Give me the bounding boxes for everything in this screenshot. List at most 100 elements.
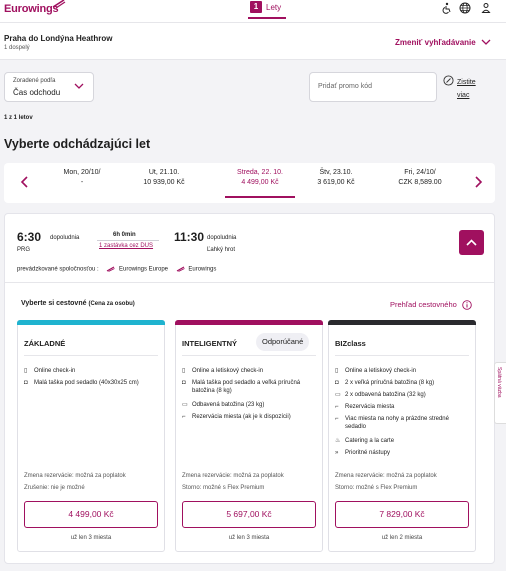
- mobile-icon: ▯: [24, 368, 28, 374]
- date-day: Štv, 23.10.: [319, 169, 353, 176]
- cancel-note: Zrušenie: nie je možné: [24, 485, 85, 491]
- sort-label: Zoradené podľa: [13, 78, 56, 84]
- change-note: Zmena rezervácie: možná za poplatok: [335, 473, 437, 479]
- feature-text: Rezervácia miesta (ak je k dispozícii): [192, 414, 291, 420]
- date-price: 4 499,00 Kč: [241, 179, 279, 186]
- fare-separator: [24, 355, 158, 356]
- seats-left: už len 2 miesta: [381, 535, 423, 541]
- fare-separator: [335, 355, 469, 356]
- fare-feature: ◘ 2 x veľká príručná batožina (8 kg): [335, 379, 471, 387]
- fare-name: BIZclass: [335, 339, 366, 348]
- feature-text: Rezervácia miesta: [345, 404, 395, 410]
- seats-left: už len 3 miesta: [228, 535, 270, 541]
- feature-text: Online check-in: [34, 368, 76, 374]
- date-price: CZK 8,589.00: [398, 179, 442, 186]
- departure-time: 6:30: [17, 230, 42, 244]
- fare-color-bar: [17, 320, 165, 325]
- date-price: 3 619,00 Kč: [317, 179, 355, 186]
- change-note: Zmena rezervácie: možná za poplatok: [24, 473, 126, 479]
- flight-card: 6:30 dopoludnia PRG 6h 0min 1 zastávka c…: [4, 213, 495, 564]
- logo-text: Eurowings: [4, 3, 59, 15]
- seat-icon: ⌐: [335, 416, 339, 422]
- fare-hint: Ľahký hrot: [207, 247, 236, 253]
- fare-feature: ▯ Online a letiskový check-in: [182, 367, 318, 375]
- feature-text: Prioritné nástupy: [345, 450, 391, 456]
- fare-feature: ⌐ Rezervácia miesta: [335, 403, 471, 411]
- date-day: Ut, 21.10.: [148, 169, 180, 176]
- learn-more-link[interactable]: Zistite viac: [457, 76, 483, 102]
- card-divider: [5, 282, 494, 283]
- fare-feature: ◘ Malá taška pod sedadlo a veľká príručná…: [182, 379, 318, 395]
- logo-wing-icon: [52, 0, 66, 9]
- expand-flight-button[interactable]: [459, 230, 484, 255]
- date-day: Fri, 24/10/: [404, 169, 436, 176]
- change-search-button[interactable]: Zmeniť vyhľadávanie: [395, 38, 491, 47]
- feedback-label: Spätná väzba: [496, 367, 502, 398]
- feature-text: Online a letiskový check-in: [345, 368, 417, 374]
- fare-card-basic[interactable]: ZÁKLADNÉ ▯ Online check-in ◘ Malá taška po…: [17, 320, 165, 552]
- date-day: Mon, 20/10/: [63, 169, 101, 176]
- suitcase-icon: ▭: [335, 392, 341, 398]
- cup-icon: ♨: [335, 438, 341, 444]
- fare-feature: ♨ Catering a la carte: [335, 437, 471, 445]
- flight-duration: 6h 0min: [113, 232, 136, 238]
- fare-name: INTELIGENTNÝ: [182, 339, 238, 348]
- info-icon: [443, 75, 454, 86]
- fare-color-bar: [175, 320, 323, 325]
- choose-fare-label: Vyberte si cestovné: [21, 300, 87, 307]
- mobile-icon: ▯: [335, 368, 339, 374]
- date-option-wed-selected[interactable]: Streda, 22. 10. 4 499,00 Kč: [224, 168, 296, 188]
- chevron-down-icon: [481, 39, 491, 46]
- step-number-badge: 1: [250, 1, 262, 13]
- date-selector: Mon, 20/10/ - Ut, 21.10. 10 939,00 Kč St…: [4, 163, 495, 203]
- fare-feature: » Prioritné nástupy: [335, 449, 471, 457]
- eurowings-wing-icon: [176, 266, 185, 272]
- seat-icon: ⌐: [182, 414, 186, 420]
- stops-link[interactable]: 1 zastávka cez DUS: [99, 243, 153, 249]
- feature-text: 2 x odbavená batožina (32 kg): [345, 392, 426, 398]
- promo-code-input[interactable]: Pridať promo kód: [309, 72, 437, 102]
- eurowings-logo[interactable]: Eurowings: [4, 3, 59, 15]
- date-option-tue[interactable]: Ut, 21.10. 10 939,00 Kč: [128, 168, 200, 188]
- fare-feature: ⌐ Viac miesta na nohy a prázdne stredné s…: [335, 415, 471, 431]
- feature-text: Viac miesta na nohy a prázdne stredné se…: [345, 416, 449, 430]
- change-note: Zmena rezervácie: možná za poplatok: [182, 473, 284, 479]
- feature-text: Odbavená batožina (23 kg): [192, 402, 265, 408]
- route-title: Praha do Londýna Heathrow: [4, 34, 113, 43]
- seats-left: už len 3 miesta: [70, 535, 112, 541]
- feedback-tab[interactable]: Spätná väzba: [494, 362, 506, 424]
- sort-dropdown[interactable]: Zoradené podľa Čas odchodu: [4, 72, 94, 102]
- selected-date-underline: [225, 196, 295, 198]
- select-fare-smart-button[interactable]: 5 697,00 Kč: [182, 501, 316, 528]
- date-price: -: [80, 179, 84, 186]
- globe-icon[interactable]: [459, 2, 471, 14]
- chevron-right-icon[interactable]: [471, 175, 485, 189]
- chevron-left-icon[interactable]: [18, 175, 32, 189]
- operator-name: Eurowings Europe: [118, 266, 169, 273]
- step-active-underline: [248, 17, 286, 19]
- step-label[interactable]: Lety: [266, 3, 281, 12]
- select-fare-bizclass-button[interactable]: 7 829,00 Kč: [335, 501, 469, 528]
- date-option-mon[interactable]: Mon, 20/10/ -: [46, 168, 118, 188]
- departure-period: dopoludnia: [50, 235, 80, 241]
- fare-overview-link[interactable]: Prehľad cestovného: [390, 300, 472, 310]
- feature-text: Online a letiskový check-in: [192, 368, 264, 374]
- fare-feature: ▯ Online a letiskový check-in: [335, 367, 471, 375]
- fare-separator: [182, 355, 316, 356]
- choose-fare-sublabel: (Cena za osobu): [88, 301, 135, 307]
- date-option-thu[interactable]: Štv, 23.10. 3 619,00 Kč: [300, 168, 372, 188]
- fare-feature: ◘ Malá taška pod sedadlo (40x30x25 cm): [24, 379, 160, 387]
- user-icon[interactable]: [480, 2, 492, 14]
- fare-card-smart[interactable]: INTELIGENTNÝ Odporúčané ▯ Online a letisk…: [175, 320, 323, 552]
- feature-text: Catering a la carte: [345, 438, 395, 444]
- fare-feature: ⌐ Rezervácia miesta (ak je k dispozícii): [182, 413, 318, 421]
- feature-text: Malá taška pod sedadlo (40x30x25 cm): [34, 380, 139, 386]
- eurowings-wing-icon: [107, 266, 115, 272]
- date-option-fri[interactable]: Fri, 24/10/ CZK 8,589.00: [384, 168, 456, 188]
- select-fare-basic-button[interactable]: 4 499,00 Kč: [24, 501, 158, 528]
- passenger-count: 1 dospelý: [4, 45, 30, 51]
- chevron-down-icon: [74, 83, 84, 89]
- fare-card-bizclass[interactable]: BIZclass ▯ Online a letiskový check-in ◘ 2…: [328, 320, 476, 552]
- accessibility-icon[interactable]: [441, 2, 453, 14]
- chevrons-icon: »: [335, 450, 339, 456]
